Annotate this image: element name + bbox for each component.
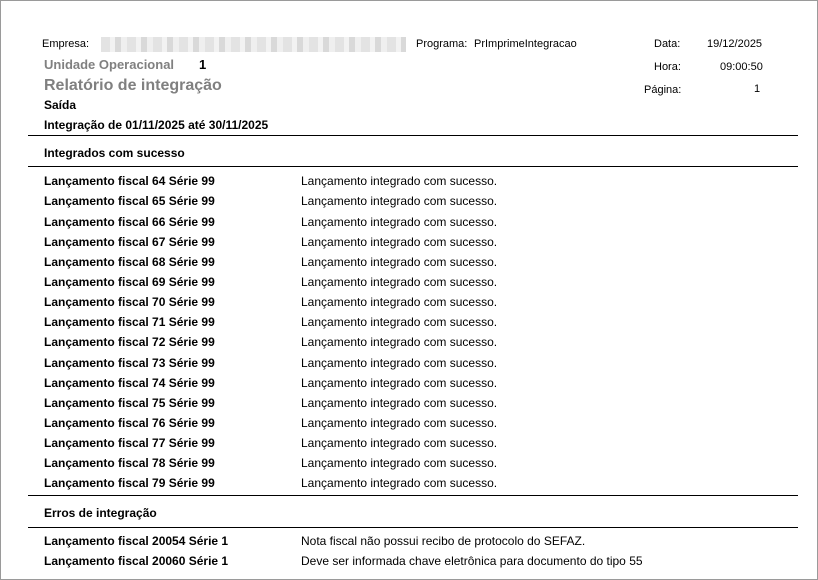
row-message: Lançamento integrado com sucesso. (301, 436, 498, 450)
row-label: Lançamento fiscal 65 Série 99 (44, 194, 215, 208)
table-row: Lançamento fiscal 77 Série 99 Lançamento … (1, 436, 817, 456)
table-row: Lançamento fiscal 69 Série 99 Lançamento … (1, 275, 817, 295)
row-label: Lançamento fiscal 79 Série 99 (44, 476, 215, 490)
table-row: Lançamento fiscal 20060 Série 1 Deve ser … (1, 554, 817, 574)
row-message: Lançamento integrado com sucesso. (301, 215, 498, 229)
row-message: Lançamento integrado com sucesso. (301, 255, 498, 269)
programa-label: Programa: (416, 38, 468, 50)
table-row: Lançamento fiscal 67 Série 99 Lançamento … (1, 235, 817, 255)
row-message: Lançamento integrado com sucesso. (301, 315, 498, 329)
row-label: Lançamento fiscal 72 Série 99 (44, 335, 215, 349)
success-section-divider (28, 166, 798, 167)
unidade-label: Unidade Operacional (44, 57, 175, 72)
row-message: Lançamento integrado com sucesso. (301, 356, 498, 370)
table-row: Lançamento fiscal 75 Série 99 Lançamento … (1, 396, 817, 416)
programa-value: PrImprimeIntegracao (474, 38, 577, 50)
hora-value: 09:00:50 (720, 61, 763, 73)
table-row: Lançamento fiscal 20054 Série 1 Nota fisc… (1, 534, 817, 554)
report-title: Relatório de integração (44, 77, 222, 94)
empresa-redacted-value (101, 37, 406, 52)
row-label: Lançamento fiscal 66 Série 99 (44, 215, 215, 229)
row-label: Lançamento fiscal 77 Série 99 (44, 436, 215, 450)
success-section-title: Integrados com sucesso (44, 146, 185, 160)
row-label: Lançamento fiscal 20054 Série 1 (44, 534, 229, 548)
row-label: Lançamento fiscal 64 Série 99 (44, 174, 215, 188)
row-message: Lançamento integrado com sucesso. (301, 376, 498, 390)
row-message: Lançamento integrado com sucesso. (301, 456, 498, 470)
table-row: Lançamento fiscal 70 Série 99 Lançamento … (1, 295, 817, 315)
row-label: Lançamento fiscal 73 Série 99 (44, 356, 215, 370)
row-label: Lançamento fiscal 70 Série 99 (44, 295, 215, 309)
error-section-divider (28, 527, 798, 528)
row-label: Lançamento fiscal 75 Série 99 (44, 396, 215, 410)
error-section-title: Erros de integração (44, 506, 157, 520)
empresa-label: Empresa: (42, 38, 90, 50)
row-message: Lançamento integrado com sucesso. (301, 295, 498, 309)
table-row: Lançamento fiscal 68 Série 99 Lançamento … (1, 255, 817, 275)
row-message: Deve ser informada chave eletrônica para… (301, 554, 643, 568)
table-row: Lançamento fiscal 64 Série 99 Lançamento … (1, 174, 817, 194)
row-message: Lançamento integrado com sucesso. (301, 476, 498, 490)
table-row: Lançamento fiscal 71 Série 99 Lançamento … (1, 315, 817, 335)
table-row: Lançamento fiscal 66 Série 99 Lançamento … (1, 215, 817, 235)
data-label: Data: (654, 38, 681, 50)
row-label: Lançamento fiscal 20060 Série 1 (44, 554, 229, 568)
unidade-value: 1 (199, 57, 207, 72)
row-label: Lançamento fiscal 78 Série 99 (44, 456, 215, 470)
row-message: Lançamento integrado com sucesso. (301, 194, 498, 208)
row-label: Lançamento fiscal 68 Série 99 (44, 255, 215, 269)
row-message: Lançamento integrado com sucesso. (301, 335, 498, 349)
table-row: Lançamento fiscal 78 Série 99 Lançamento … (1, 456, 817, 476)
row-message: Lançamento integrado com sucesso. (301, 275, 498, 289)
header-divider (28, 135, 798, 136)
row-label: Lançamento fiscal 71 Série 99 (44, 315, 215, 329)
row-message: Lançamento integrado com sucesso. (301, 174, 498, 188)
table-row: Lançamento fiscal 74 Série 99 Lançamento … (1, 376, 817, 396)
table-row: Lançamento fiscal 76 Série 99 Lançamento … (1, 416, 817, 436)
table-row: Lançamento fiscal 73 Série 99 Lançamento … (1, 356, 817, 376)
row-message: Lançamento integrado com sucesso. (301, 235, 498, 249)
row-label: Lançamento fiscal 76 Série 99 (44, 416, 215, 430)
table-row: Lançamento fiscal 72 Série 99 Lançamento … (1, 335, 817, 355)
row-message: Nota fiscal não possui recibo de protoco… (301, 534, 586, 548)
row-message: Lançamento integrado com sucesso. (301, 396, 498, 410)
row-label: Lançamento fiscal 69 Série 99 (44, 275, 215, 289)
hora-label: Hora: (654, 61, 681, 73)
row-message: Lançamento integrado com sucesso. (301, 416, 498, 430)
pagina-label: Página: (644, 84, 682, 96)
row-label: Lançamento fiscal 67 Série 99 (44, 235, 215, 249)
table-row: Lançamento fiscal 79 Série 99 Lançamento … (1, 476, 817, 496)
report-page: Empresa: Programa: PrImprimeIntegracao D… (0, 0, 818, 580)
table-row: Lançamento fiscal 65 Série 99 Lançamento … (1, 194, 817, 214)
row-label: Lançamento fiscal 74 Série 99 (44, 376, 215, 390)
pagina-value: 1 (754, 83, 761, 95)
error-section-top-divider (28, 495, 798, 496)
report-periodo: Integração de 01/11/2025 até 30/11/2025 (44, 118, 269, 132)
data-value: 19/12/2025 (707, 38, 763, 50)
report-tipo: Saída (44, 98, 77, 112)
